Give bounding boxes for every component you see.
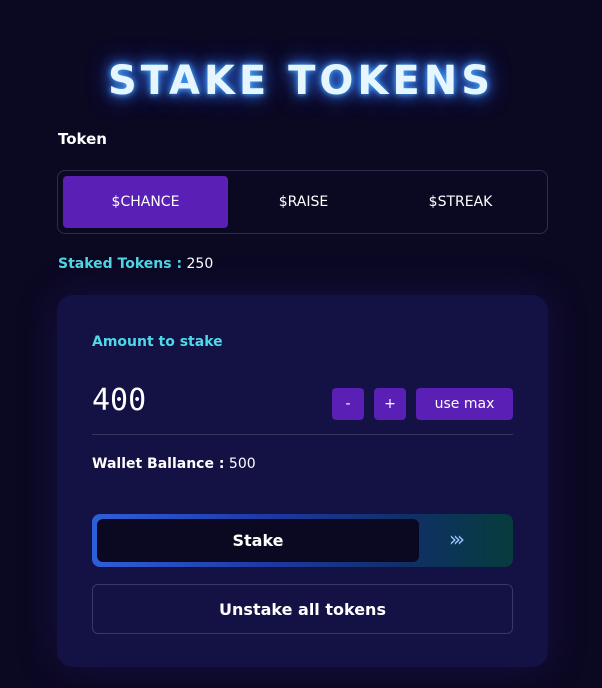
tab-streak[interactable]: $STREAK [378,176,543,228]
wallet-balance-label: Wallet Ballance : [92,456,225,472]
stake-page: STAKE TOKENS Token $CHANCE $RAISE $STREA… [0,0,602,688]
stake-card: Amount to stake 400 - + use max Wallet B… [57,295,548,667]
staked-tokens-label: Staked Tokens : [58,256,183,272]
token-tabs: $CHANCE $RAISE $STREAK [57,170,548,234]
staked-tokens: Staked Tokens : 250 [58,256,213,272]
page-title: STAKE TOKENS [107,58,495,104]
decrement-button[interactable]: - [332,388,364,420]
amount-label: Amount to stake [92,334,223,350]
divider [92,434,513,435]
use-max-button[interactable]: use max [416,388,513,420]
tab-chance[interactable]: $CHANCE [63,176,228,228]
stake-slider[interactable]: Stake ››› [92,514,513,567]
amount-input[interactable]: 400 [92,383,146,418]
increment-button[interactable]: + [374,388,406,420]
wallet-balance: Wallet Ballance : 500 [92,456,256,472]
stake-button[interactable]: Stake [97,519,419,562]
chevrons-right-icon: ››› [449,527,465,551]
token-label: Token [58,130,107,148]
wallet-balance-value: 500 [228,456,256,472]
staked-tokens-value: 250 [186,256,214,272]
tab-raise[interactable]: $RAISE [221,176,386,228]
unstake-all-button[interactable]: Unstake all tokens [92,584,513,634]
